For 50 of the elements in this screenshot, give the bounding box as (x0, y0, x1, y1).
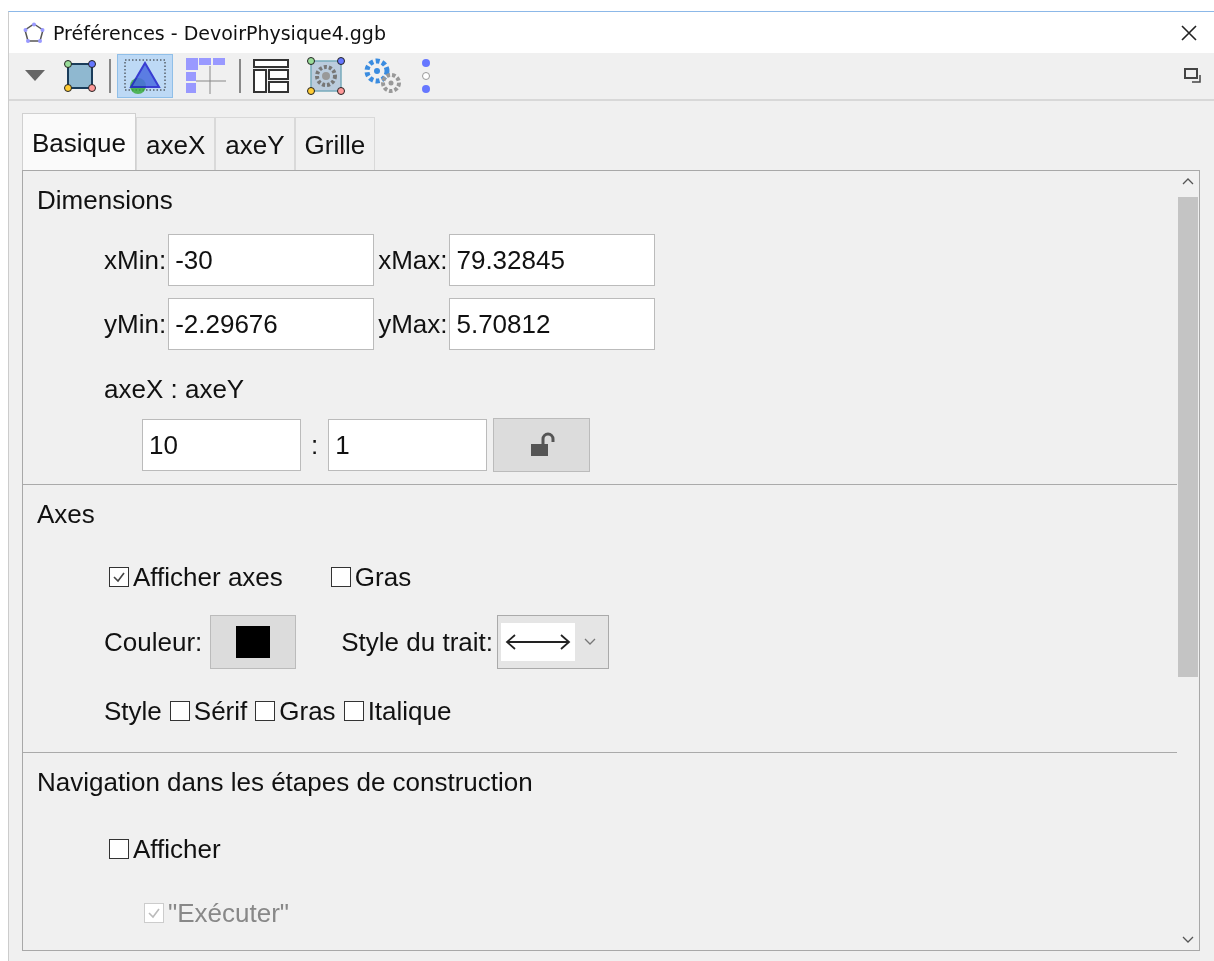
style-label: Style (104, 695, 162, 727)
tab[interactable]: axeY (215, 117, 295, 170)
double-arrow-icon (505, 632, 571, 652)
gears-icon (362, 57, 404, 95)
ratio-label: axeX : axeY (104, 374, 245, 406)
chevron-down-icon (583, 637, 597, 647)
layout-icon (252, 58, 290, 94)
input-field[interactable]: 1 (328, 419, 488, 471)
field-label: yMin: (104, 308, 167, 340)
input-field[interactable]: 79.32845 (449, 234, 656, 286)
input-field[interactable]: -30 (168, 234, 375, 286)
checkbox[interactable]: Afficher axes (109, 561, 283, 593)
checkbox[interactable]: Sérif (169, 695, 248, 727)
tab[interactable]: Basique (22, 113, 136, 170)
field-label: yMax: (378, 308, 448, 340)
field-label: xMin: (104, 244, 167, 276)
gear-square-icon (306, 56, 346, 96)
scroll-down-icon[interactable] (1182, 936, 1194, 944)
line-style-dropdown[interactable] (497, 615, 609, 669)
color-label: Couleur: (104, 626, 203, 658)
line-style-label: Style du trait: (341, 626, 493, 658)
window-title: Préférences - DevoirPhysique4.ggb (53, 21, 387, 44)
scroll-up-icon[interactable] (1182, 177, 1194, 185)
section-title: Navigation dans les étapes de construction (37, 767, 533, 799)
restore-window-icon[interactable] (1184, 68, 1202, 84)
checkbox[interactable]: Afficher (109, 824, 221, 874)
ratio-separator: : (311, 429, 319, 461)
checkbox[interactable]: Gras (255, 695, 336, 727)
toolbar-button[interactable] (117, 54, 173, 98)
square-points-icon (62, 58, 98, 94)
section-title: Axes (37, 499, 95, 531)
polygon-logo-icon (23, 21, 45, 44)
checkbox[interactable]: Italique (343, 695, 452, 727)
triangle-circle-icon (122, 57, 168, 95)
vertical-dots-icon (420, 58, 432, 94)
field-label: xMax: (378, 244, 448, 276)
scrollbar-thumb[interactable] (1178, 197, 1198, 677)
tab[interactable]: axeX (135, 117, 216, 170)
input-field[interactable]: 10 (142, 419, 301, 471)
tab[interactable]: Grille (294, 117, 376, 170)
lock-button[interactable] (493, 418, 591, 472)
color-button[interactable] (210, 615, 297, 669)
input-field[interactable]: -2.29676 (168, 298, 375, 350)
dropdown-triangle-icon (24, 69, 46, 83)
section-title: Dimensions (37, 185, 173, 217)
input-field[interactable]: 5.70812 (449, 298, 656, 350)
spreadsheet-icon (184, 56, 228, 96)
close-icon[interactable] (1180, 23, 1198, 42)
checkbox[interactable]: Gras (330, 561, 412, 593)
open-lock-icon (528, 432, 555, 458)
